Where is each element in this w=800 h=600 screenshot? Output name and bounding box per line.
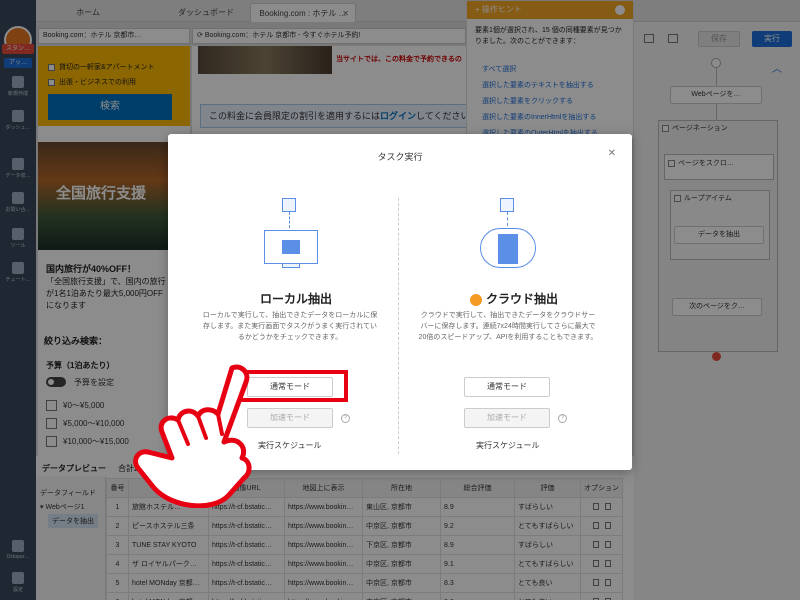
help-icon[interactable]: ?: [341, 414, 350, 423]
cloud-description: クラウドで実行して、抽出できたデータをクラウドサーバーに保存します。連続7x24…: [418, 312, 598, 341]
local-fast-mode-button[interactable]: 加速モード: [247, 408, 333, 428]
dialog-title: タスク実行: [377, 152, 423, 162]
cloud-icon: [470, 293, 482, 306]
close-icon[interactable]: ✕: [608, 148, 616, 159]
local-schedule-link[interactable]: 実行スケジュール: [258, 440, 321, 451]
cloud-normal-mode-button[interactable]: 通常モード: [464, 377, 550, 397]
pointing-hand-icon: [133, 364, 252, 508]
help-icon[interactable]: ?: [558, 414, 567, 423]
local-description: ローカルで実行して、抽出できたデータをローカルに保存します。また実行画面でタスク…: [202, 312, 378, 341]
local-heading: ローカル抽出: [260, 292, 333, 306]
document-icon: [282, 198, 296, 212]
cloud-schedule-link[interactable]: 実行スケジュール: [476, 440, 539, 451]
folder-icon: [282, 240, 300, 254]
cloud-heading: クラウド抽出: [470, 290, 558, 307]
server-icon: [498, 234, 518, 264]
cloud-fast-mode-button[interactable]: 加速モード: [464, 408, 550, 428]
divider: [398, 198, 399, 454]
document-icon: [500, 198, 514, 212]
